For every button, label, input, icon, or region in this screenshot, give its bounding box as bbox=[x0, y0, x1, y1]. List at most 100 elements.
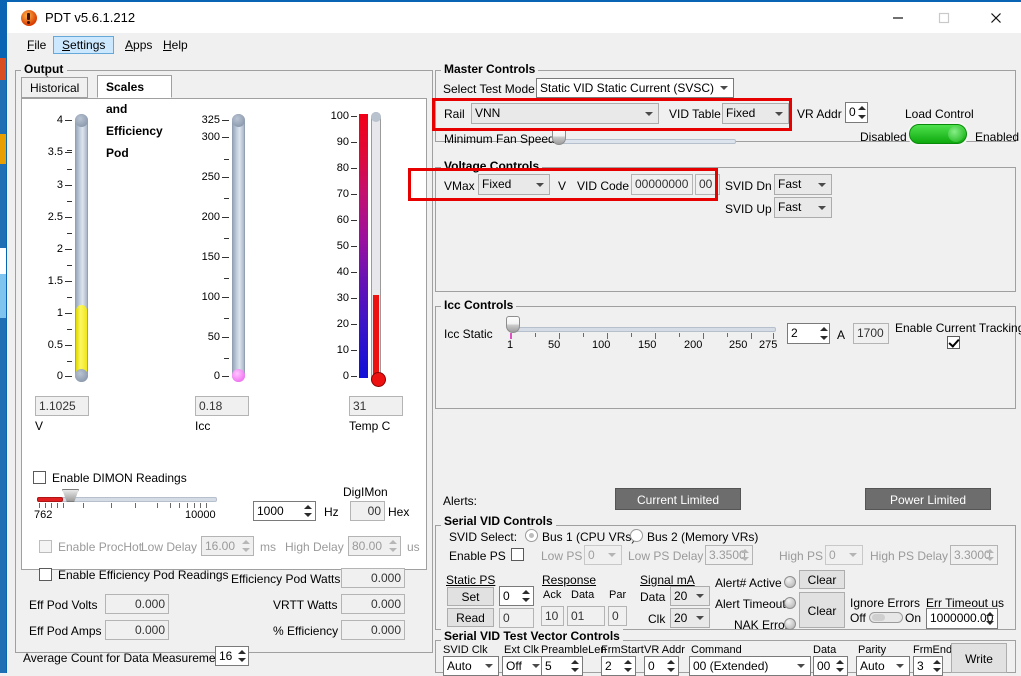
enable-efficiency-pod-label: Enable Efficiency Pod Readings bbox=[58, 568, 229, 582]
vmax-combo[interactable]: Fixed bbox=[478, 174, 550, 195]
frm-end-label: FrmEnd bbox=[913, 644, 953, 656]
ignore-errors-toggle[interactable] bbox=[869, 612, 903, 623]
static-ps-set-spinner[interactable] bbox=[520, 587, 534, 605]
menu-item-settings[interactable]: Settings bbox=[53, 36, 115, 54]
volts-gauge-bottom-knob[interactable] bbox=[75, 369, 88, 382]
enable-dimon-readings-label: Enable DIMON Readings bbox=[52, 471, 187, 485]
bus1-radio[interactable] bbox=[525, 529, 538, 542]
static-ps-read-button[interactable]: Read bbox=[447, 608, 494, 627]
static-ps-read-field: 0 bbox=[499, 608, 534, 628]
icc-tick-label: 325 bbox=[201, 114, 220, 126]
enable-dimon-readings-checkbox[interactable] bbox=[33, 471, 46, 484]
write-button[interactable]: Write bbox=[951, 643, 1007, 673]
minimum-fan-speed-track[interactable] bbox=[556, 139, 736, 144]
enable-ps-checkbox[interactable] bbox=[511, 548, 524, 561]
icc-gauge-track[interactable] bbox=[232, 114, 245, 382]
dimon-slider-track[interactable] bbox=[37, 497, 217, 502]
chevron-down-icon bbox=[797, 664, 805, 668]
icc-tick-label: 100 bbox=[201, 291, 220, 303]
volts-unit-label: V bbox=[35, 419, 44, 433]
signal-clk-label: Clk bbox=[648, 612, 666, 626]
clear-alerts-button[interactable]: Clear bbox=[799, 592, 845, 628]
select-test-mode-combo[interactable]: Static VID Static Current (SVSC) bbox=[536, 78, 734, 98]
chevron-down-icon bbox=[536, 182, 544, 187]
volts-tick-label: 0.5 bbox=[47, 339, 63, 351]
icc-value-spinner[interactable] bbox=[818, 324, 832, 343]
minimum-fan-speed-thumb[interactable] bbox=[552, 128, 566, 145]
close-button[interactable] bbox=[973, 2, 1019, 33]
icc-gauge-thumb[interactable] bbox=[232, 369, 245, 382]
menu-item-apps[interactable]: Apps bbox=[117, 36, 160, 54]
temperature-value-field[interactable]: 31 bbox=[349, 396, 403, 416]
signal-clk-value: 20 bbox=[674, 611, 688, 625]
high-ps-combo[interactable]: 0 bbox=[825, 545, 863, 565]
temp-tick-label: 90 bbox=[336, 136, 349, 148]
icc-value-field[interactable]: 0.18 bbox=[195, 396, 249, 416]
volts-gauge-top-knob bbox=[75, 114, 88, 127]
signal-clk-combo[interactable]: 20 bbox=[670, 608, 710, 628]
menu-item-file[interactable]: FFileile bbox=[19, 36, 54, 54]
dimon-frequency-spinner[interactable] bbox=[302, 502, 316, 520]
high-ps-delay-spinner[interactable] bbox=[984, 546, 998, 564]
icc-static-thumb[interactable] bbox=[506, 316, 520, 333]
low-delay-spinner[interactable] bbox=[240, 537, 254, 555]
clear-alert-active-button[interactable]: Clear bbox=[799, 570, 845, 589]
low-ps-combo[interactable]: 0 bbox=[584, 545, 622, 565]
enable-current-tracking-checkbox[interactable] bbox=[947, 336, 960, 349]
temperature-color-scale bbox=[359, 114, 368, 378]
current-limited-indicator[interactable]: Current Limited bbox=[615, 488, 741, 510]
power-limited-indicator[interactable]: Power Limited bbox=[865, 488, 991, 510]
ext-clk-combo[interactable]: Off bbox=[502, 656, 546, 676]
vid-code-field[interactable]: 00000000 bbox=[631, 174, 693, 195]
vrtt-watts-label: VRTT Watts bbox=[273, 598, 338, 612]
tab-scales-and-efficiency-pod[interactable]: Scales and Efficiency Pod bbox=[97, 75, 172, 160]
high-delay-spinner[interactable] bbox=[387, 537, 401, 555]
signal-data-combo[interactable]: 20 bbox=[670, 586, 710, 606]
load-control-toggle[interactable] bbox=[909, 124, 967, 144]
tab-historical[interactable]: Historical bbox=[21, 77, 89, 98]
icc-static-track[interactable] bbox=[510, 327, 776, 332]
tv-data-spinner[interactable] bbox=[834, 657, 848, 675]
vr-addr-spinner[interactable] bbox=[856, 103, 870, 122]
low-ps-delay-spinner[interactable] bbox=[739, 546, 753, 564]
nak-error-label: NAK Error bbox=[734, 618, 789, 632]
master-controls-title: Master Controls bbox=[441, 62, 539, 76]
enable-prochot-checkbox[interactable] bbox=[39, 540, 52, 553]
frm-start-spinner[interactable] bbox=[622, 657, 636, 675]
vid-code-hex-field[interactable]: 00 bbox=[695, 174, 720, 195]
minimize-button[interactable] bbox=[875, 2, 921, 33]
vid-code-label: VID Code bbox=[577, 179, 630, 193]
icc-tick-label: 300 bbox=[201, 131, 220, 143]
menu-item-help[interactable]: Help bbox=[155, 36, 196, 54]
vr-addr-tv-spinner[interactable] bbox=[665, 657, 679, 675]
chevron-down-icon bbox=[532, 664, 540, 668]
ack-field: 10 bbox=[541, 606, 564, 626]
err-timeout-spinner[interactable] bbox=[984, 609, 998, 628]
eff-pod-volts-label: Eff Pod Volts bbox=[29, 598, 98, 612]
temp-tick-label: 20 bbox=[336, 318, 349, 330]
bus2-radio[interactable] bbox=[630, 529, 643, 542]
response-data-field: 01 bbox=[567, 606, 605, 626]
application-window: PDT v5.6.1.212 FFileile Settings Apps He… bbox=[6, 0, 1021, 676]
svid-dn-combo[interactable]: Fast bbox=[774, 174, 832, 195]
dimon-slider-max-label: 10000 bbox=[185, 509, 216, 521]
svid-clk-combo[interactable]: Auto bbox=[443, 656, 499, 676]
vid-table-combo[interactable]: Fixed bbox=[722, 103, 789, 124]
average-count-spinner[interactable] bbox=[236, 647, 250, 665]
icc-controls-title: Icc Controls bbox=[441, 298, 517, 312]
preamble-len-spinner[interactable] bbox=[569, 657, 583, 675]
temp-tick-label: 30 bbox=[336, 292, 349, 304]
enable-ps-label: Enable PS bbox=[449, 549, 506, 563]
rail-combo[interactable]: VNN bbox=[471, 103, 659, 124]
enable-efficiency-pod-checkbox[interactable] bbox=[39, 568, 52, 581]
parity-combo[interactable]: Auto bbox=[856, 656, 910, 676]
temperature-bulb[interactable] bbox=[371, 372, 386, 387]
svid-up-combo[interactable]: Fast bbox=[774, 197, 832, 218]
command-combo[interactable]: 00 (Extended) bbox=[689, 656, 811, 676]
static-ps-set-button[interactable]: Set bbox=[447, 587, 494, 606]
icc-tick-200: 200 bbox=[684, 339, 703, 351]
frm-end-spinner[interactable] bbox=[931, 657, 945, 675]
maximize-button[interactable] bbox=[921, 2, 967, 33]
static-ps-label: Static PS bbox=[446, 573, 496, 587]
volts-value-field[interactable]: 1.1025 bbox=[35, 396, 89, 416]
